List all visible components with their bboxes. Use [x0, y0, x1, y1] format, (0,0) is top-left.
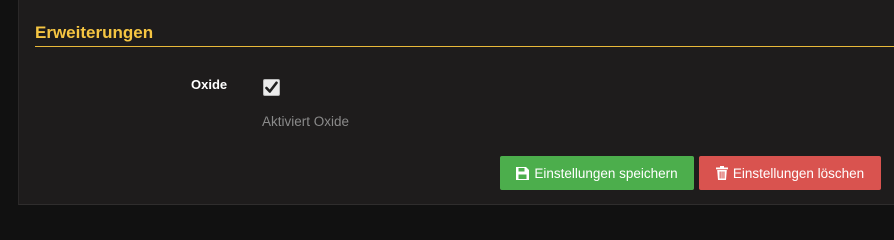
- oxide-field-label: Oxide: [191, 77, 228, 92]
- checkmark-icon: [265, 81, 278, 93]
- save-settings-label: Einstellungen speichern: [534, 165, 678, 181]
- save-settings-button[interactable]: Einstellungen speichern: [500, 156, 694, 190]
- settings-panel: Erweiterungen Oxide Aktiviert Oxide Eins…: [18, 0, 894, 205]
- delete-settings-label: Einstellungen löschen: [732, 165, 865, 181]
- trash-icon: [715, 166, 728, 180]
- oxide-help-text: Aktiviert Oxide: [262, 114, 350, 129]
- section-divider: [35, 46, 894, 47]
- delete-settings-button[interactable]: Einstellungen löschen: [699, 156, 881, 190]
- section-title: Erweiterungen: [35, 23, 154, 42]
- oxide-checkbox[interactable]: [263, 79, 280, 96]
- floppy-disk-icon: [516, 166, 530, 180]
